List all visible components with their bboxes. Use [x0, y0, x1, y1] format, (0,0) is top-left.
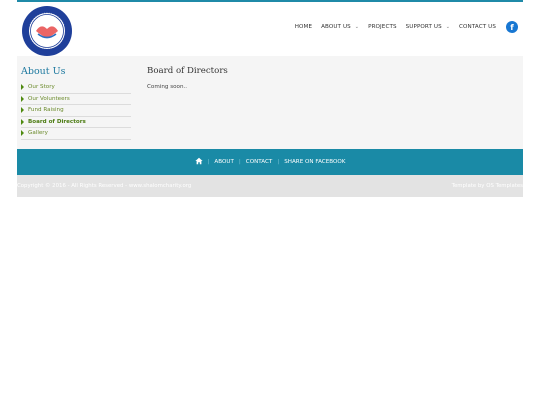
arrow-right-icon	[21, 95, 24, 102]
sidebar-item-gallery[interactable]: Gallery	[21, 128, 131, 140]
sidebar-item-fund-raising[interactable]: Fund Raising	[21, 105, 131, 117]
page-body-text: Coming soon..	[147, 84, 188, 90]
copyright-text: Copyright © 2016 - All Rights Reserved -…	[17, 183, 192, 189]
chevron-down-icon: ⌄	[354, 24, 360, 30]
main-content: Board of Directors Coming soon..	[147, 66, 228, 90]
nav-about-us[interactable]: ABOUT US ⌄	[321, 24, 359, 30]
sidebar-title: About Us	[21, 66, 66, 77]
nav-contact-us[interactable]: CONTACT US	[459, 24, 496, 30]
arrow-right-icon	[21, 84, 24, 91]
arrow-right-icon	[21, 118, 24, 125]
content-area: About Us Our Story Our Volunteers Fund R…	[17, 56, 523, 149]
home-icon[interactable]	[194, 157, 203, 167]
footer-link-contact[interactable]: CONTACT	[246, 159, 273, 165]
nav-support-us[interactable]: SUPPORT US ⌄	[406, 24, 450, 30]
facebook-icon[interactable]: f	[506, 21, 518, 33]
footer-link-share-facebook[interactable]: SHARE ON FACEBOOK	[284, 159, 345, 165]
footer-nav-bar: | ABOUT | CONTACT | SHARE ON FACEBOOK	[17, 149, 523, 175]
main-nav: HOME ABOUT US ⌄ PROJECTS SUPPORT US ⌄ CONT…	[286, 21, 518, 33]
footer-separator: |	[238, 159, 241, 165]
site-logo[interactable]	[21, 5, 73, 57]
nav-projects[interactable]: PROJECTS	[368, 24, 397, 30]
sidebar: About Us Our Story Our Volunteers Fund R…	[21, 66, 131, 140]
sidebar-item-our-story[interactable]: Our Story	[21, 82, 131, 94]
footer-separator: |	[277, 159, 280, 165]
site-header: HOME ABOUT US ⌄ PROJECTS SUPPORT US ⌄ CONT…	[17, 2, 523, 56]
arrow-right-icon	[21, 107, 24, 114]
page-title: Board of Directors	[147, 66, 228, 76]
logo-emblem-icon	[22, 6, 72, 56]
footer-link-about[interactable]: ABOUT	[214, 159, 233, 165]
footer-separator: |	[207, 159, 210, 165]
sidebar-item-our-volunteers[interactable]: Our Volunteers	[21, 94, 131, 105]
copyright-bar: Copyright © 2016 - All Rights Reserved -…	[17, 175, 523, 197]
arrow-right-icon	[21, 130, 24, 137]
nav-home[interactable]: HOME	[295, 24, 312, 30]
template-credit[interactable]: Template by OS Templates	[452, 183, 523, 189]
sidebar-item-board-of-directors[interactable]: Board of Directors	[21, 117, 131, 128]
chevron-down-icon: ⌄	[445, 24, 451, 30]
